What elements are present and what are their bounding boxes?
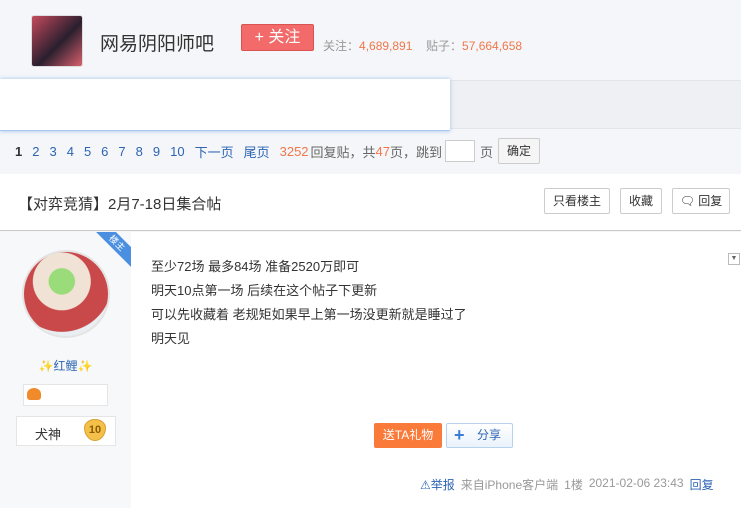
post-source: 来自iPhone客户端 bbox=[460, 478, 559, 492]
page-link[interactable]: 9 bbox=[153, 144, 160, 159]
page-link[interactable]: 2 bbox=[32, 144, 39, 159]
favorite-button[interactable]: 收藏 bbox=[620, 188, 662, 214]
last-page-link[interactable]: 尾页 bbox=[244, 142, 270, 161]
badge-icon[interactable] bbox=[27, 388, 41, 400]
report-link[interactable]: ⚠举报 bbox=[420, 476, 455, 493]
follow-button[interactable]: + 关注 bbox=[241, 24, 314, 51]
level-box[interactable]: 犬神 10 bbox=[16, 416, 116, 446]
op-corner-tag: 楼主 bbox=[93, 232, 131, 270]
total-pages: 47 bbox=[375, 143, 391, 159]
level-name: 犬神 bbox=[35, 427, 62, 442]
floor-number: 1楼 bbox=[564, 478, 583, 492]
followers-label: 关注： bbox=[323, 39, 360, 53]
page-current: 1 bbox=[15, 143, 23, 159]
page-link[interactable]: 5 bbox=[84, 144, 91, 159]
share-label: 分享 bbox=[477, 428, 502, 442]
op-tag: 楼主 bbox=[93, 232, 131, 270]
popup-panel bbox=[0, 79, 450, 131]
reply-label: 回复 bbox=[698, 194, 723, 208]
posts-stat: 贴子：57,664,658 bbox=[426, 37, 522, 54]
reply-button[interactable]: 🗨 回复 bbox=[672, 188, 730, 214]
page-link[interactable]: 10 bbox=[170, 144, 184, 159]
only-op-button[interactable]: 只看楼主 bbox=[544, 188, 610, 214]
followers-stat: 关注：4,689,891 bbox=[323, 37, 412, 54]
post-footer: ⚠举报 来自iPhone客户端 1楼 2021-02-06 23:43 回复 bbox=[420, 476, 714, 493]
badge-box bbox=[23, 384, 108, 406]
page-link[interactable]: 7 bbox=[118, 144, 125, 159]
jump-text: 页，跳到 bbox=[390, 144, 443, 160]
post-line: 明天见 bbox=[151, 331, 191, 346]
reply-text: 回复贴，共 bbox=[310, 144, 376, 160]
next-page-link[interactable]: 下一页 bbox=[195, 142, 234, 161]
page-link[interactable]: 3 bbox=[49, 144, 56, 159]
dropdown-arrow-icon[interactable]: ▼ bbox=[728, 253, 740, 265]
forum-title[interactable]: 网易阴阳师吧 bbox=[100, 29, 214, 56]
reply-count: 3252 bbox=[279, 143, 309, 159]
posts-count: 57,664,658 bbox=[462, 39, 523, 53]
post-reply-link[interactable]: 回复 bbox=[690, 476, 714, 493]
post-line: 可以先收藏着 老规矩如果早上第一场没更新就是睡过了 bbox=[151, 307, 467, 322]
post-line: 明天10点第一场 后续在这个帖子下更新 bbox=[151, 283, 378, 298]
confirm-jump-button[interactable]: 确定 bbox=[498, 138, 541, 164]
author-name[interactable]: ✨红鲤✨ bbox=[0, 357, 131, 374]
comment-icon: 🗨 bbox=[679, 194, 695, 208]
jump-page-input[interactable] bbox=[445, 140, 476, 162]
plus-icon: + bbox=[454, 425, 465, 445]
share-button[interactable]: + 分享 bbox=[446, 423, 513, 448]
forum-logo[interactable] bbox=[31, 15, 83, 67]
post-time: 2021-02-06 23:43 bbox=[588, 476, 684, 490]
page-link[interactable]: 8 bbox=[136, 144, 143, 159]
page-link[interactable]: 4 bbox=[67, 144, 74, 159]
posts-label: 贴子： bbox=[426, 39, 463, 53]
pagination: 1 2 3 4 5 6 7 8 9 10 下一页 尾页 3252 回复贴，共 4… bbox=[15, 138, 541, 164]
send-gift-button[interactable]: 送TA礼物 bbox=[374, 423, 442, 448]
page-unit: 页 bbox=[480, 144, 494, 160]
level-badge: 10 bbox=[84, 419, 106, 441]
followers-count: 4,689,891 bbox=[359, 39, 413, 53]
thread-title: 【对弈竞猜】2月7-18日集合帖 bbox=[18, 196, 222, 213]
page-link[interactable]: 6 bbox=[101, 144, 108, 159]
post-line: 至少72场 最多84场 准备2520万即可 bbox=[151, 259, 360, 274]
